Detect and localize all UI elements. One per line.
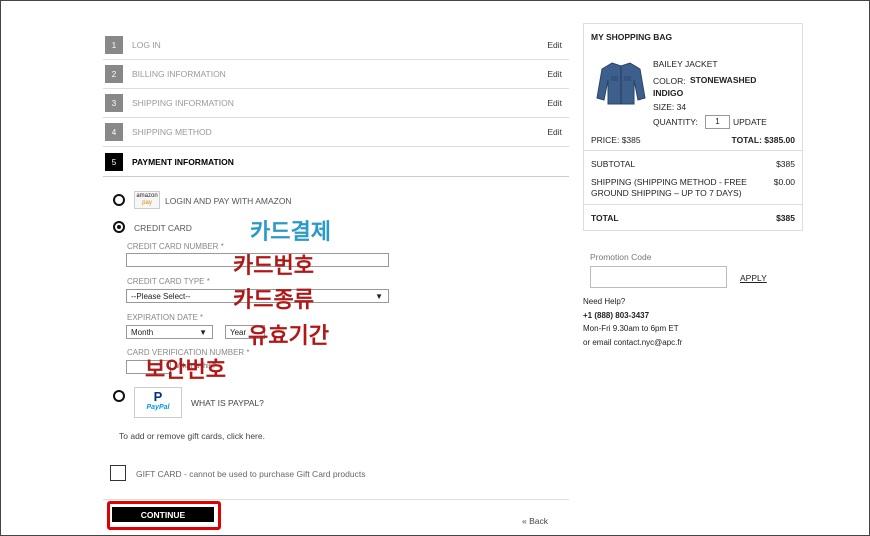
step-number: 5 xyxy=(105,153,123,171)
item-total: TOTAL: $385.00 xyxy=(731,135,795,145)
month-value: Month xyxy=(131,327,154,337)
credit-card-label: CREDIT CARD xyxy=(134,223,192,233)
product-color-value: STONEWASHED INDIGO xyxy=(653,75,757,98)
product-size: SIZE: 34 xyxy=(653,102,687,112)
shopping-bag-panel: MY SHOPPING BAG BAILEY JACKET COLOR: STO… xyxy=(583,23,803,231)
amazon-logo-text: amazon xyxy=(136,193,158,199)
step-label: LOG IN xyxy=(132,40,161,50)
amazon-logo-pay: pay xyxy=(142,200,152,206)
dropdown-arrow-icon: ▼ xyxy=(375,292,383,301)
paypal-logo: P PayPal xyxy=(134,387,182,418)
subtotal-label: SUBTOTAL xyxy=(591,159,636,169)
divider xyxy=(584,150,802,151)
help-email[interactable]: or email contact.nyc@apc.fr xyxy=(583,338,682,347)
step-shipping-info[interactable]: 3 SHIPPING INFORMATION Edit xyxy=(103,89,569,118)
step-payment: 5 PAYMENT INFORMATION xyxy=(103,148,569,177)
step-label: BILLING INFORMATION xyxy=(132,69,226,79)
annotation-security: 보안번호 xyxy=(145,358,226,383)
amazon-pay-logo: amazon pay xyxy=(134,191,160,209)
step-label: SHIPPING METHOD xyxy=(132,127,212,137)
step-number: 2 xyxy=(105,65,123,83)
year-value: Year xyxy=(230,327,247,337)
divider xyxy=(103,499,569,500)
dropdown-arrow-icon: ▼ xyxy=(199,328,207,337)
subtotal-value: $385 xyxy=(776,159,795,169)
step-billing[interactable]: 2 BILLING INFORMATION Edit xyxy=(103,60,569,89)
step-log-in[interactable]: 1 LOG IN Edit xyxy=(103,31,569,60)
expiration-label: EXPIRATION DATE * xyxy=(127,313,204,322)
continue-button[interactable]: CONTINUE xyxy=(112,507,214,522)
annotation-card-number: 카드번호 xyxy=(233,254,314,279)
edit-link[interactable]: Edit xyxy=(547,127,562,137)
edit-link[interactable]: Edit xyxy=(547,69,562,79)
step-label: SHIPPING INFORMATION xyxy=(132,98,234,108)
shipping-label: SHIPPING (SHIPPING METHOD - FREE GROUND … xyxy=(591,177,747,198)
promo-input[interactable] xyxy=(590,266,727,288)
help-phone: +1 (888) 803-3437 xyxy=(583,311,650,320)
paypal-p-icon: P xyxy=(153,389,163,404)
edit-link[interactable]: Edit xyxy=(547,98,562,108)
promo-label: Promotion Code xyxy=(590,252,652,262)
gift-card-checkbox[interactable] xyxy=(110,465,126,481)
jacket-image xyxy=(596,62,646,105)
step-label: PAYMENT INFORMATION xyxy=(132,157,234,167)
quantity-label: QUANTITY: xyxy=(653,117,698,127)
paypal-logo-text: PayPal xyxy=(146,404,170,411)
gift-card-label: GIFT CARD - cannot be used to purchase G… xyxy=(136,469,366,479)
amazon-label: LOGIN AND PAY WITH AMAZON xyxy=(165,196,292,206)
divider xyxy=(584,204,802,205)
help-title: Need Help? xyxy=(583,297,626,306)
card-number-label: CREDIT CARD NUMBER * xyxy=(127,242,224,251)
total-value: $385 xyxy=(776,213,795,223)
annotation-card-type: 카드종류 xyxy=(233,288,314,313)
paypal-radio[interactable] xyxy=(113,390,125,402)
step-number: 3 xyxy=(105,94,123,112)
annotation-payment: 카드결제 xyxy=(250,220,331,245)
step-number: 4 xyxy=(105,123,123,141)
total-label: TOTAL xyxy=(591,213,619,223)
expiration-month-select[interactable]: Month ▼ xyxy=(126,325,213,339)
product-name: BAILEY JACKET xyxy=(653,59,718,69)
quantity-input[interactable]: 1 xyxy=(705,115,730,129)
gift-card-note[interactable]: To add or remove gift cards, click here. xyxy=(119,431,265,441)
shipping-value: $0.00 xyxy=(773,177,795,187)
card-type-label: CREDIT CARD TYPE * xyxy=(127,277,210,286)
card-type-value: --Please Select-- xyxy=(131,291,191,301)
item-price: PRICE: $385 xyxy=(591,135,641,145)
paypal-link[interactable]: WHAT IS PAYPAL? xyxy=(191,398,264,408)
apply-button[interactable]: APPLY xyxy=(740,273,767,283)
update-link[interactable]: UPDATE xyxy=(733,117,767,127)
back-link[interactable]: « Back xyxy=(522,516,548,526)
step-number: 1 xyxy=(105,36,123,54)
credit-card-radio[interactable] xyxy=(113,221,125,233)
bag-title: MY SHOPPING BAG xyxy=(591,32,673,42)
step-shipping-method[interactable]: 4 SHIPPING METHOD Edit xyxy=(103,118,569,147)
amazon-radio[interactable] xyxy=(113,194,125,206)
edit-link[interactable]: Edit xyxy=(547,40,562,50)
annotation-expiry: 유효기간 xyxy=(248,324,329,349)
help-hours: Mon-Fri 9.30am to 6pm ET xyxy=(583,324,679,333)
